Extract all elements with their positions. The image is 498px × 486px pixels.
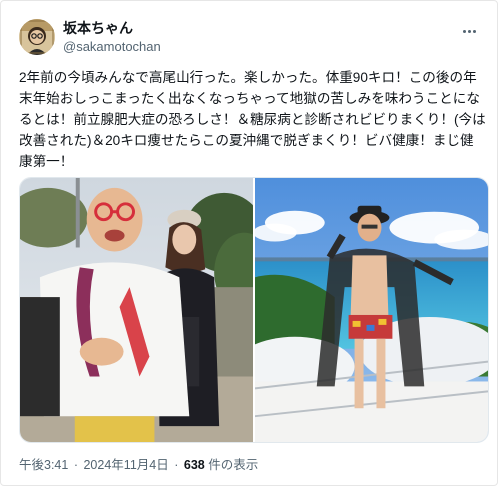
tweet-card: 坂本ちゃん @sakamotochan 2年前の今頃みんなで高尾山行った。楽しか… <box>0 0 498 486</box>
more-horizontal-icon[interactable] <box>457 21 481 41</box>
views-count: 638 <box>183 458 205 472</box>
tweet-photo-1[interactable] <box>20 178 253 442</box>
tweet-date[interactable]: 2024年11月4日 <box>83 458 168 472</box>
tweet-meta: 午後3:41 · 2024年11月4日 · 638 件の表示 <box>19 457 258 473</box>
author-block: 坂本ちゃん @sakamotochan <box>63 19 161 56</box>
author-display-name[interactable]: 坂本ちゃん <box>63 19 161 37</box>
author-handle[interactable]: @sakamotochan <box>63 38 161 56</box>
avatar[interactable] <box>19 19 55 55</box>
tweet-text: 2年前の今頃みんなで高尾山行った。楽しかった。体重90キロ！この後の年末年始おし… <box>19 70 486 169</box>
meta-separator: · <box>73 458 78 472</box>
meta-separator-2: · <box>174 458 179 472</box>
tweet-media[interactable] <box>19 177 489 443</box>
photo-1-image <box>20 178 253 442</box>
tweet-photo-2[interactable] <box>255 178 488 442</box>
views-label: 件の表示 <box>208 458 259 472</box>
photo-2-image <box>255 178 488 442</box>
tweet-time[interactable]: 午後3:41 <box>19 458 68 472</box>
avatar-image <box>19 19 55 55</box>
